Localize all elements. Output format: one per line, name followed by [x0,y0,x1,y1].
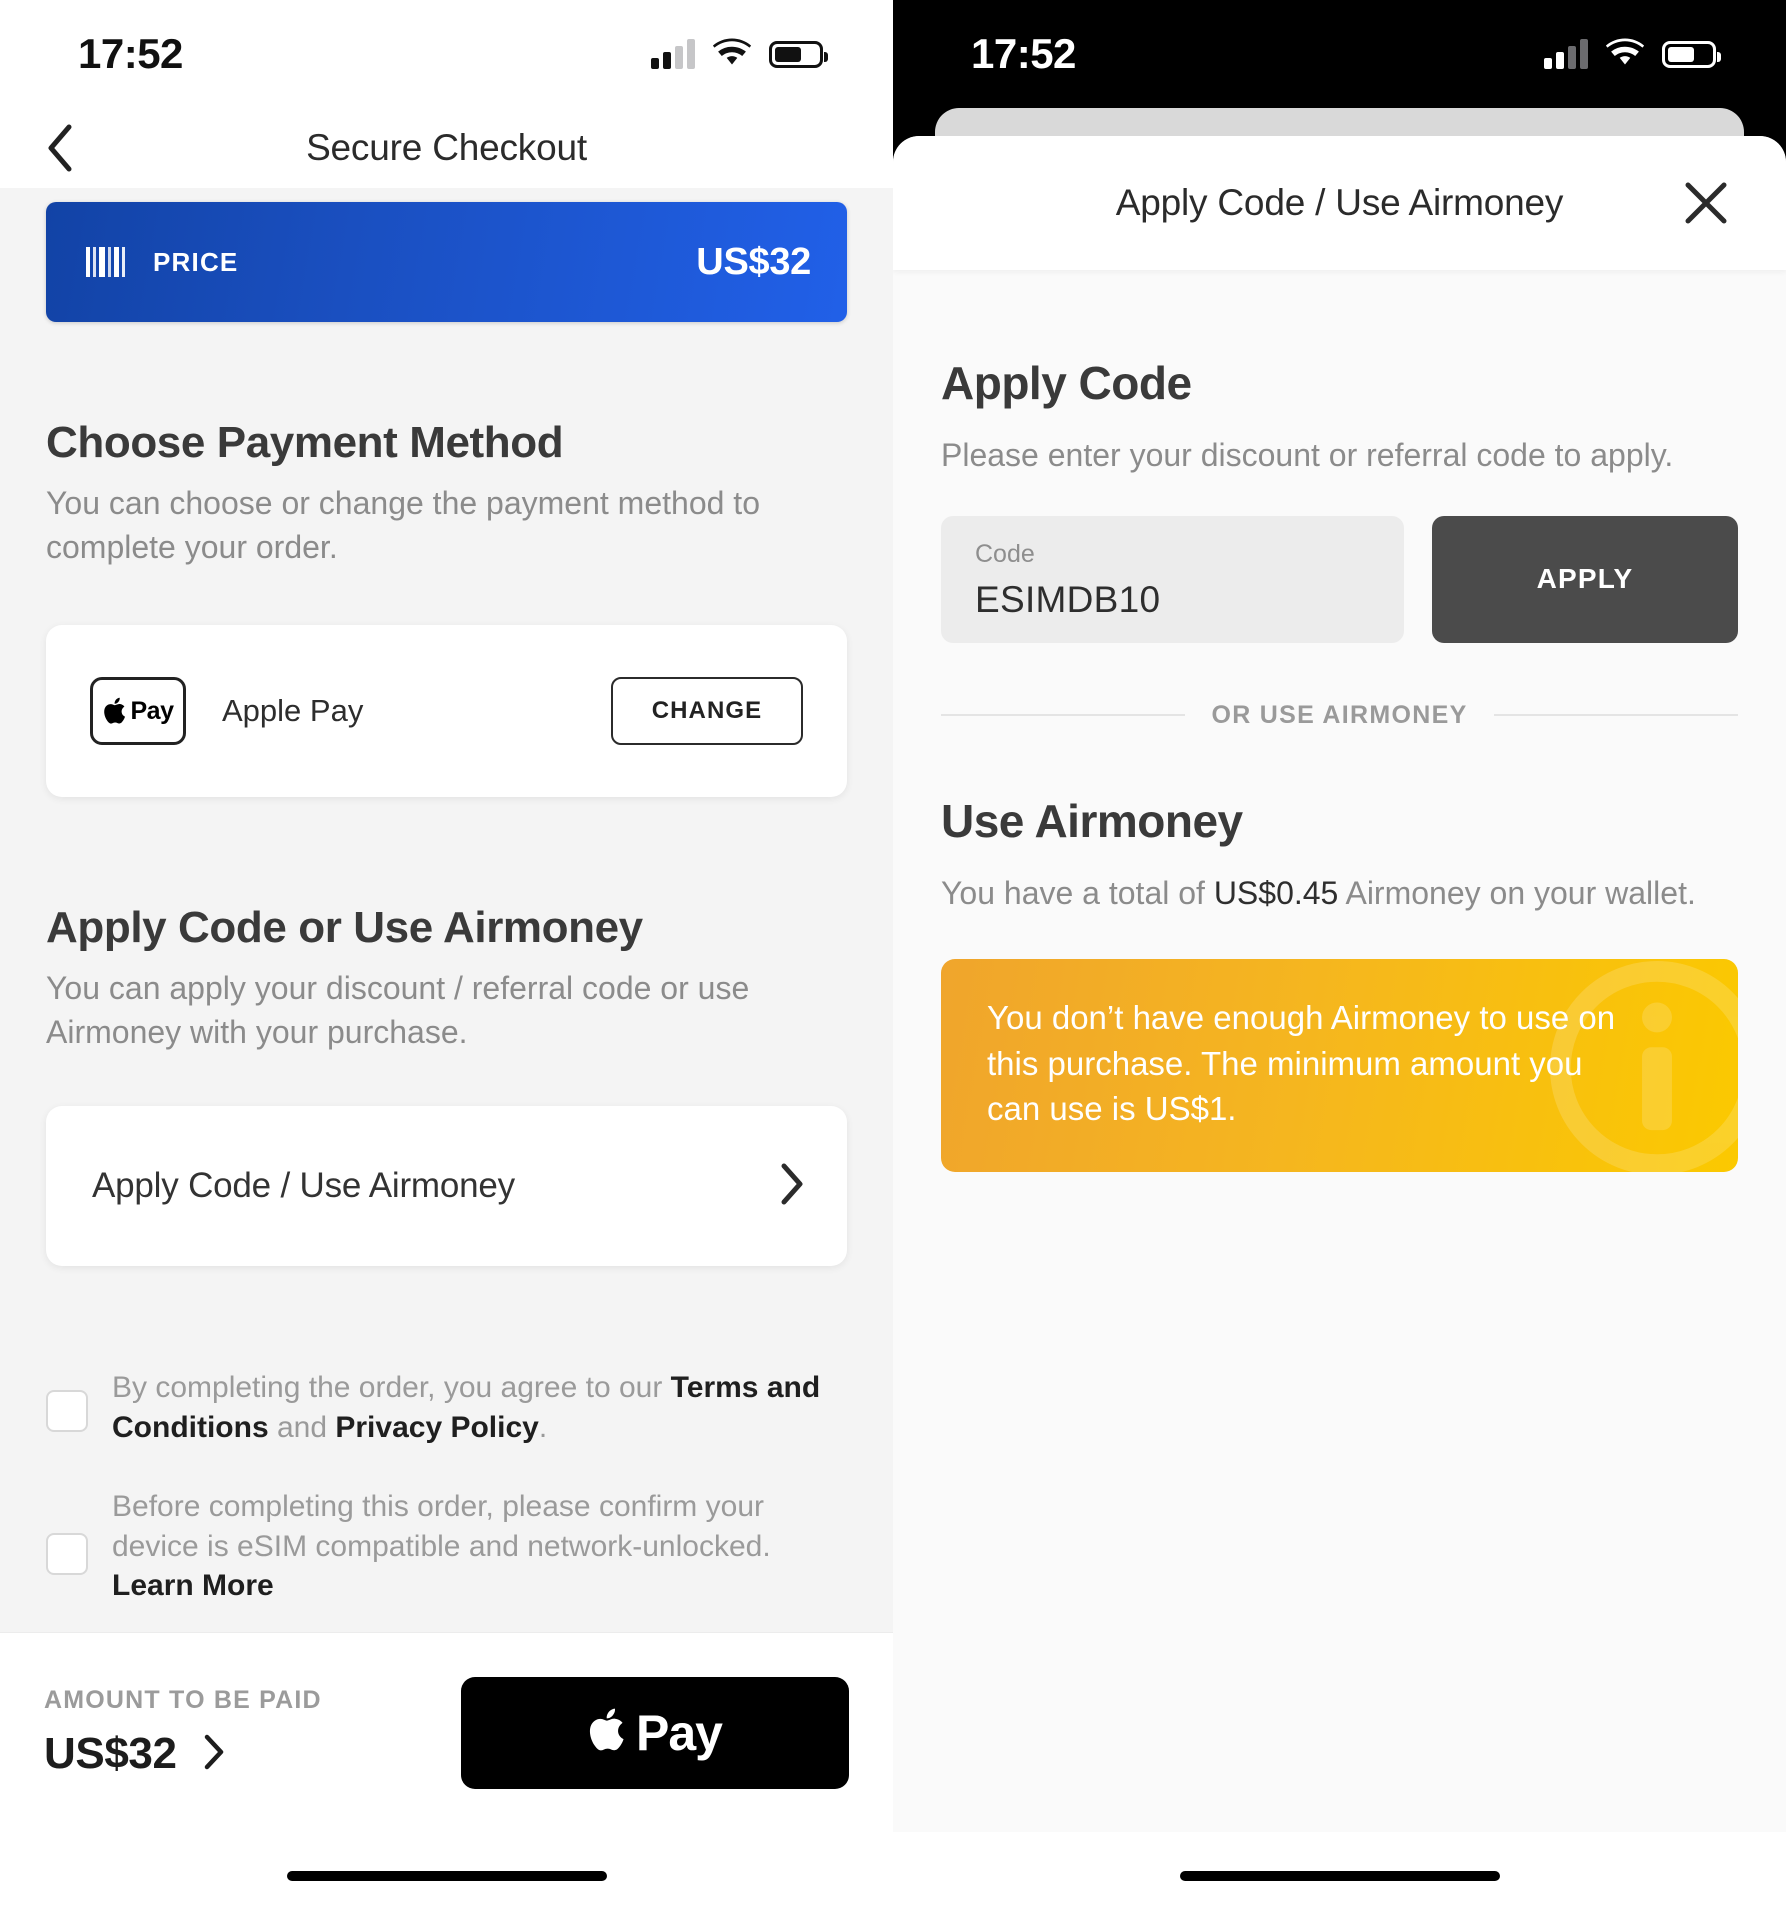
apply-code-sheet: Apply Code / Use Airmoney Apply Code Ple… [893,136,1786,1920]
chevron-right-icon[interactable] [203,1733,225,1776]
apply-code-title: Apply Code [941,357,1192,409]
divider-line-right [1493,714,1739,717]
terms-text-esim: Before completing this order, please con… [112,1487,832,1606]
terms-suffix: . [538,1410,548,1444]
wifi-icon [1605,38,1645,71]
home-indicator-area [0,1832,893,1920]
airmoney-warning-banner: You don’t have enough Airmoney to use on… [941,959,1738,1172]
code-section-subtitle: You can apply your discount / referral c… [46,970,750,1050]
status-bar: 17:52 [0,0,893,108]
sheet-title: Apply Code / Use Airmoney [1115,182,1564,223]
divider-label: OR USE AIRMONEY [1211,700,1468,729]
modal-sheet-stack: Apply Code / Use Airmoney Apply Code Ple… [893,108,1786,1920]
wifi-icon [712,38,752,71]
airmoney-balance-text: You have a total of US$0.45 Airmoney on … [941,872,1738,916]
status-bar-icons [1544,38,1721,71]
payment-section-title: Choose Payment Method [46,418,564,467]
apply-code-row[interactable]: Apply Code / Use Airmoney [46,1106,847,1267]
terms-row-conditions[interactable]: By completing the order, you agree to ou… [46,1368,847,1447]
terms-checkbox[interactable] [46,1389,88,1432]
price-banner: PRICE US$32 [46,202,847,322]
apple-pay-logo-icon: Pay [90,677,186,746]
price-label: PRICE [153,246,239,277]
checkout-scroll-area[interactable]: PRICE US$32 Choose Payment Method You ca… [0,188,893,1632]
close-icon[interactable] [1674,171,1738,235]
terms-row-esim[interactable]: Before completing this order, please con… [46,1487,847,1606]
airmoney-warning-text: You don’t have enough Airmoney to use on… [987,999,1616,1128]
apply-code-row-label: Apply Code / Use Airmoney [92,1166,515,1206]
page-title: Secure Checkout [306,127,587,168]
status-bar-dark: 17:52 [893,0,1786,108]
apply-code-modal-screen: 17:52 Apply Code / Use Airmoney Apply Co… [893,0,1786,1920]
code-entry-row: Code ESIMDB10 APPLY [941,515,1738,643]
price-banner-left: PRICE [86,247,238,278]
privacy-policy-link[interactable]: Privacy Policy [335,1411,538,1444]
apple-pay-button[interactable]: Pay [461,1676,849,1789]
checkout-screen: 17:52 Secure Checkout PRICE US$32 Choose… [0,0,893,1920]
esim-checkbox[interactable] [46,1533,88,1576]
home-indicator-area [893,1832,1786,1920]
status-bar-time: 17:52 [78,30,183,77]
amount-caption: AMOUNT TO BE PAID [44,1686,322,1714]
navigation-bar: Secure Checkout [0,108,893,188]
apple-pay-button-label: Pay [636,1704,723,1761]
payment-method-name: Apple Pay [222,693,364,729]
checkout-bottom-bar: AMOUNT TO BE PAID US$32 Pay [0,1632,893,1832]
barcode-icon [86,247,125,277]
battery-icon [769,40,828,68]
balance-prefix: You have a total of [941,874,1214,911]
home-indicator[interactable] [1179,1871,1500,1881]
balance-suffix: Airmoney on your wallet. [1338,874,1696,911]
use-airmoney-title: Use Airmoney [941,794,1243,847]
sheet-header: Apply Code / Use Airmoney [893,136,1786,270]
esim-prefix: Before completing this order, please con… [112,1490,771,1563]
amount-row[interactable]: US$32 [44,1729,322,1779]
terms-text-conditions: By completing the order, you agree to ou… [112,1368,832,1447]
dual-screenshot-container: 17:52 Secure Checkout PRICE US$32 Choose… [0,0,1786,1920]
terms-list: By completing the order, you agree to ou… [46,1368,847,1606]
apply-code-subtitle: Please enter your discount or referral c… [941,437,1674,473]
price-amount: US$32 [696,240,811,283]
or-divider: OR USE AIRMONEY [893,701,1786,730]
code-input-label: Code [975,539,1035,568]
cellular-signal-icon [1544,39,1588,69]
code-section-title: Apply Code or Use Airmoney [46,903,643,953]
battery-icon [1662,40,1721,68]
payment-method-card[interactable]: Pay Apple Pay CHANGE [46,625,847,798]
code-input[interactable]: Code ESIMDB10 [941,515,1404,643]
amount-value: US$32 [44,1729,177,1778]
code-input-value: ESIMDB10 [975,578,1161,620]
apply-button[interactable]: APPLY [1432,515,1738,643]
status-bar-time: 17:52 [971,30,1076,77]
balance-amount: US$0.45 [1213,874,1339,911]
cellular-signal-icon [651,39,695,69]
chevron-right-icon [779,1162,805,1211]
learn-more-link[interactable]: Learn More [112,1566,274,1606]
payment-section-subtitle: You can choose or change the payment met… [46,485,760,565]
home-indicator[interactable] [286,1871,607,1881]
sheet-body: Apply Code Please enter your discount or… [893,270,1786,1832]
change-payment-button[interactable]: CHANGE [611,677,803,746]
terms-prefix: By completing the order, you agree to ou… [112,1371,671,1405]
apple-logo-icon [588,1705,630,1760]
amount-summary[interactable]: AMOUNT TO BE PAID US$32 [44,1686,322,1779]
status-bar-icons [651,38,828,71]
divider-line-left [941,714,1186,717]
terms-middle: and [268,1410,336,1444]
